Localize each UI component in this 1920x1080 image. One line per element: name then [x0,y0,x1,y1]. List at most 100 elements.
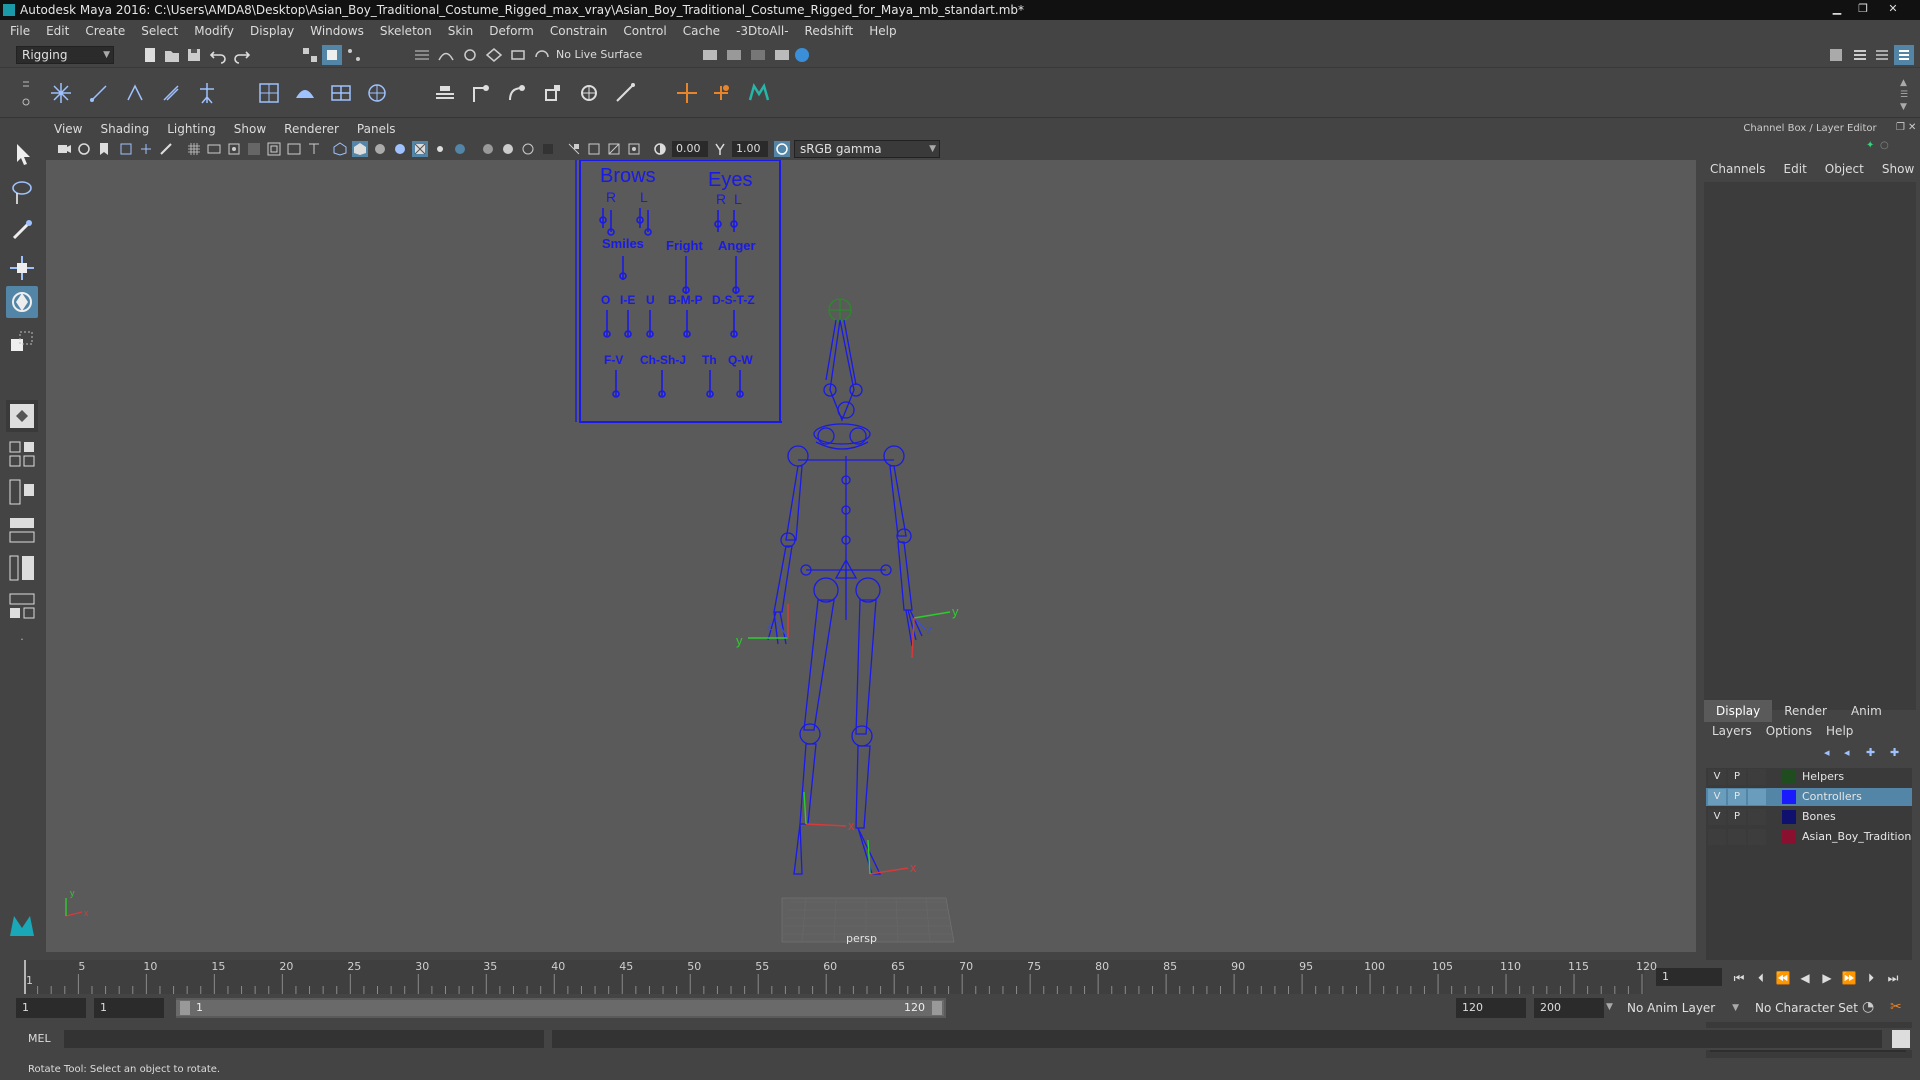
snap-curve-icon[interactable] [436,45,456,65]
cb-menu-object[interactable]: Object [1825,162,1864,176]
joint-orient-icon[interactable] [708,80,734,106]
grease-pencil-icon[interactable] [158,141,174,157]
locator-icon[interactable] [674,80,700,106]
menu-display[interactable]: Display [250,24,294,38]
layer-visibility-toggle[interactable]: V [1708,809,1726,825]
undo-icon[interactable] [208,45,228,65]
cb-menu-channels[interactable]: Channels [1710,162,1766,176]
character-set-dropdown[interactable]: No Character Set [1750,998,1870,1018]
redo-icon[interactable] [232,45,252,65]
camera-attributes-icon[interactable] [76,141,92,157]
menu-skin[interactable]: Skin [448,24,474,38]
layer-display-type-toggle[interactable] [1748,769,1766,785]
character-skeleton-rig[interactable] [767,298,923,875]
animation-preferences-icon[interactable]: ✂ [1890,999,1902,1015]
cb-menu-edit[interactable]: Edit [1784,162,1807,176]
shelf-scroll-down-icon[interactable]: ▼ [1900,102,1907,112]
layer-display-type-toggle[interactable] [1748,809,1766,825]
layer-menu-options[interactable]: Options [1766,724,1812,738]
menu-windows[interactable]: Windows [310,24,364,38]
layer-visibility-toggle[interactable]: V [1708,789,1726,805]
tool-settings-icon[interactable] [1872,45,1892,65]
wireframe-on-shaded-icon[interactable] [392,141,408,157]
facial-control-board[interactable]: Brows Eyes R L R L Smiles Fright Anger O… [575,160,782,423]
chevron-down-icon[interactable]: ▼ [1606,1002,1613,1012]
menu-constrain[interactable]: Constrain [550,24,608,38]
2d-pan-zoom-icon[interactable] [138,141,154,157]
viewport-menu-renderer[interactable]: Renderer [284,122,339,136]
ik-spline-icon[interactable] [122,80,148,106]
render-frame-icon[interactable] [700,45,720,65]
menu-edit[interactable]: Edit [46,24,69,38]
bind-skin-icon[interactable] [256,80,282,106]
play-forwards-icon[interactable]: ▶ [1818,970,1836,986]
step-forward-key-icon[interactable]: ⏩ [1840,970,1858,986]
screen-space-ao-icon[interactable] [480,141,496,157]
layer-color-swatch[interactable] [1782,810,1796,824]
resolution-gate-icon[interactable] [226,141,242,157]
ipr-render-icon[interactable] [724,45,744,65]
scale-constraint-icon[interactable] [540,80,566,106]
3dtoall-logo-icon[interactable] [746,80,772,106]
xray-active-icon[interactable] [606,141,622,157]
color-management-icon[interactable] [774,141,790,157]
shelf-scroll-up-icon[interactable]: ▲ [1900,78,1907,88]
range-start-handle[interactable] [180,1001,190,1015]
move-layer-down-icon[interactable]: ◂ [1844,746,1850,759]
anti-aliasing-icon[interactable] [520,141,536,157]
shadows-icon[interactable] [452,141,468,157]
select-component-icon[interactable] [344,45,364,65]
playback-end-field[interactable]: 120 [1456,998,1526,1018]
snap-point-icon[interactable] [460,45,480,65]
layer-color-swatch[interactable] [1782,830,1796,844]
insert-joint-icon[interactable] [158,80,184,106]
select-object-icon[interactable] [322,45,342,65]
smooth-bind-icon[interactable] [292,80,318,106]
select-camera-icon[interactable] [56,141,72,157]
layer-color-swatch[interactable] [1782,790,1796,804]
step-back-key-icon[interactable]: ⏪ [1774,970,1792,986]
channel-box-toggle-icon[interactable] [1894,45,1914,65]
render-settings-icon[interactable] [748,45,768,65]
safe-action-icon[interactable] [286,141,302,157]
aim-constraint-icon[interactable] [576,80,602,106]
go-to-start-icon[interactable]: ⏮ [1730,970,1748,986]
step-forward-frame-icon[interactable]: ⏵ [1862,970,1880,986]
exposure-field[interactable]: 0.00 [672,141,708,157]
current-frame-field[interactable]: 1 [1656,968,1722,986]
range-bar[interactable]: 1 120 [176,998,946,1018]
anim-layer-dropdown[interactable]: No Anim Layer ▼ [1622,998,1742,1018]
layer-display-type-toggle[interactable] [1748,789,1766,805]
new-scene-icon[interactable] [140,45,160,65]
layer-visibility-toggle[interactable] [1708,829,1726,845]
rotate-tool-button[interactable] [6,286,38,318]
persp-graph-layout-icon[interactable] [6,590,38,622]
select-hierarchy-icon[interactable] [300,45,320,65]
grid-icon[interactable] [186,141,202,157]
open-scene-icon[interactable] [162,45,182,65]
textured-icon[interactable] [412,141,428,157]
menu-help[interactable]: Help [869,24,896,38]
hypershade-icon[interactable] [772,45,792,65]
layer-color-swatch[interactable] [1782,770,1796,784]
maximize-button[interactable]: ❐ [1852,2,1874,16]
safe-title-icon[interactable] [306,141,322,157]
motion-blur-icon[interactable] [500,141,516,157]
image-plane-icon[interactable] [118,141,134,157]
snap-surface-icon[interactable] [508,45,528,65]
channel-lock-icon[interactable]: ○ [1880,140,1889,151]
cb-menu-show[interactable]: Show [1882,162,1914,176]
new-layer-from-selected-icon[interactable]: ✚ [1890,746,1899,759]
animation-start-field[interactable]: 1 [16,998,86,1018]
film-gate-icon[interactable] [206,141,222,157]
script-editor-icon[interactable] [1892,1030,1910,1048]
viewport-menu-panels[interactable]: Panels [357,122,396,136]
close-panel-icon[interactable]: ✕ [1908,122,1916,133]
smooth-shade-icon[interactable] [352,141,368,157]
menu-skeleton[interactable]: Skeleton [380,24,432,38]
command-language-label[interactable]: MEL [28,1032,51,1045]
joint-tool-icon[interactable] [48,80,74,106]
use-all-lights-icon[interactable] [432,141,448,157]
make-live-icon[interactable] [532,45,552,65]
viewport-menu-show[interactable]: Show [234,122,266,136]
